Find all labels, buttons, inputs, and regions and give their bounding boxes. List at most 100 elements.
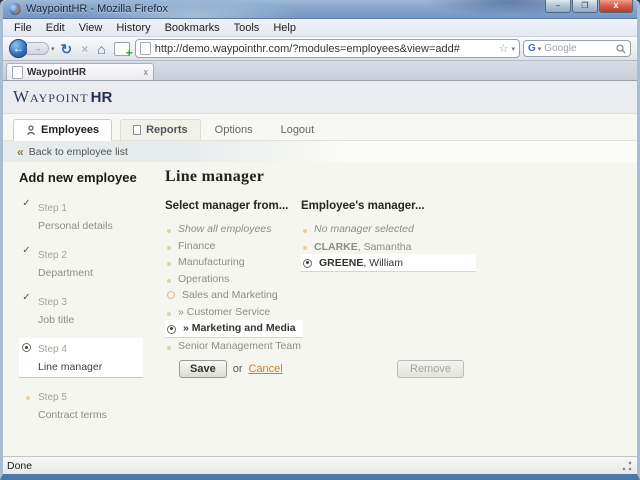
tab-favicon <box>12 65 23 79</box>
check-icon: ✓ <box>22 198 31 209</box>
tab-employees[interactable]: Employees <box>13 119 113 141</box>
person-icon <box>26 125 36 135</box>
maximize-button[interactable]: ❐ <box>572 0 598 13</box>
wizard-step-2[interactable]: ✓ Step 2 Department <box>19 244 143 283</box>
tab-reports[interactable]: Reports <box>120 119 201 140</box>
tab-options-label: Options <box>214 124 253 136</box>
list-item-operations[interactable]: Operations <box>165 271 303 288</box>
cancel-link[interactable]: Cancel <box>248 363 282 375</box>
list-item-clarke-samantha[interactable]: CLARKE, Samantha <box>301 238 476 255</box>
status-text: Done <box>7 459 33 472</box>
bookmark-star-icon[interactable]: ☆ <box>499 42 509 55</box>
back-button[interactable]: ← <box>9 39 28 58</box>
tab-title: WaypointHR <box>27 66 87 78</box>
search-engine-dropdown-icon[interactable]: ▾ <box>538 45 542 53</box>
browser-window: WaypointHR - Mozilla Firefox – ❐ x File … <box>0 0 640 480</box>
step-number: Step 5 <box>38 392 67 403</box>
wizard-step-4-current[interactable]: Step 4 Line manager <box>19 338 143 378</box>
bullet-icon <box>167 262 171 267</box>
wizard-step-3[interactable]: ✓ Step 3 Job title <box>19 291 143 330</box>
bullet-icon <box>167 229 171 234</box>
radio-selected-icon <box>303 258 312 268</box>
menu-view[interactable]: View <box>72 22 110 34</box>
menu-edit[interactable]: Edit <box>39 22 72 34</box>
tab-reports-label: Reports <box>146 124 188 136</box>
wizard-sidebar: Add new employee ✓ Step 1 Personal detai… <box>19 170 143 433</box>
tab-logout[interactable]: Logout <box>267 120 329 140</box>
select-manager-heading: Select manager from... <box>165 200 289 212</box>
forward-button[interactable]: → <box>27 42 49 55</box>
step-number: Step 3 <box>38 297 67 308</box>
history-dropdown-icon[interactable]: ▾ <box>51 45 55 53</box>
content-area: Add new employee ✓ Step 1 Personal detai… <box>3 162 637 456</box>
menu-bookmarks[interactable]: Bookmarks <box>158 22 227 34</box>
bullet-icon <box>167 245 171 250</box>
employees-manager-heading: Employee's manager... <box>301 200 425 212</box>
step-label: Job title <box>38 314 75 326</box>
site-favicon <box>139 42 151 55</box>
ring-bullet-icon <box>167 291 175 300</box>
menu-tools[interactable]: Tools <box>227 22 267 34</box>
list-item-manufacturing[interactable]: Manufacturing <box>165 254 303 271</box>
wizard-step-1[interactable]: ✓ Step 1 Personal details <box>19 197 143 236</box>
manager-source-column: Select manager from... Show all employee… <box>165 200 303 354</box>
title-bar[interactable]: WaypointHR - Mozilla Firefox – ❐ x <box>3 0 637 19</box>
check-icon: ✓ <box>22 245 31 256</box>
url-input[interactable]: http://demo.waypointhr.com/?modules=empl… <box>155 43 495 55</box>
list-item-finance[interactable]: Finance <box>165 238 303 255</box>
bullet-icon <box>303 229 307 234</box>
step-number: Step 4 <box>38 344 67 355</box>
step-number: Step 1 <box>38 203 67 214</box>
firefox-icon <box>9 3 21 15</box>
site-header: Waypoint HR <box>3 81 637 114</box>
resize-grip[interactable] <box>621 459 633 472</box>
remove-button[interactable]: Remove <box>397 360 464 378</box>
page-title: Line manager <box>165 168 265 185</box>
new-page-icon[interactable] <box>113 41 133 60</box>
tab-employees-label: Employees <box>41 124 100 136</box>
navigation-toolbar: ← → ▾ ↻ × ⌂ http://demo.waypointhr.com/?… <box>3 37 637 61</box>
list-item-greene-william-selected[interactable]: GREENE, William <box>301 254 476 272</box>
google-icon: G <box>528 43 536 54</box>
menu-file[interactable]: File <box>7 22 39 34</box>
save-button[interactable]: Save <box>179 360 227 378</box>
reload-button[interactable]: ↻ <box>58 42 76 56</box>
wizard-heading: Add new employee <box>19 170 137 185</box>
menu-help[interactable]: Help <box>266 22 303 34</box>
back-to-employee-list-link[interactable]: Back to employee list <box>29 146 128 158</box>
search-bar[interactable]: G ▾ Google <box>523 40 631 57</box>
menu-history[interactable]: History <box>109 22 157 34</box>
wizard-step-5[interactable]: Step 5 Contract terms <box>19 386 143 425</box>
site-logo-hr: HR <box>90 88 113 106</box>
search-magnifier-icon[interactable] <box>616 43 626 54</box>
step-label: Department <box>38 267 93 279</box>
bullet-icon <box>167 278 171 283</box>
list-item-marketing-and-media-selected[interactable]: » Marketing and Media <box>165 320 303 338</box>
search-input[interactable]: Google <box>544 43 613 54</box>
step-label: Personal details <box>38 220 113 232</box>
list-item-sales-and-marketing[interactable]: Sales and Marketing <box>165 287 303 304</box>
tab-options[interactable]: Options <box>201 120 267 140</box>
action-row: Save or Cancel <box>179 360 283 378</box>
bullet-icon <box>26 396 30 400</box>
list-item-show-all[interactable]: Show all employees <box>165 221 303 238</box>
step-number: Step 2 <box>38 250 67 261</box>
url-dropdown-icon[interactable]: ▾ <box>511 45 515 53</box>
home-button[interactable]: ⌂ <box>94 42 108 56</box>
document-icon <box>133 125 142 135</box>
list-item-customer-service[interactable]: » Customer Service <box>165 304 303 321</box>
employees-manager-column: Employee's manager... No manager selecte… <box>301 200 476 272</box>
back-bar: « Back to employee list <box>3 141 637 162</box>
tab-strip: WaypointHR x <box>3 61 637 81</box>
browser-tab-waypointhr[interactable]: WaypointHR x <box>6 63 154 80</box>
tab-close-icon[interactable]: x <box>144 67 149 77</box>
stop-button[interactable]: × <box>78 42 91 56</box>
status-bar: Done <box>3 456 637 474</box>
radio-selected-icon <box>167 324 176 334</box>
address-bar[interactable]: http://demo.waypointhr.com/?modules=empl… <box>134 39 520 58</box>
minimize-button[interactable]: – <box>545 0 571 13</box>
list-item-no-manager[interactable]: No manager selected <box>301 221 476 238</box>
close-button[interactable]: x <box>599 0 633 13</box>
bullet-icon <box>303 245 307 250</box>
list-item-senior-management-team[interactable]: Senior Management Team <box>165 338 303 355</box>
